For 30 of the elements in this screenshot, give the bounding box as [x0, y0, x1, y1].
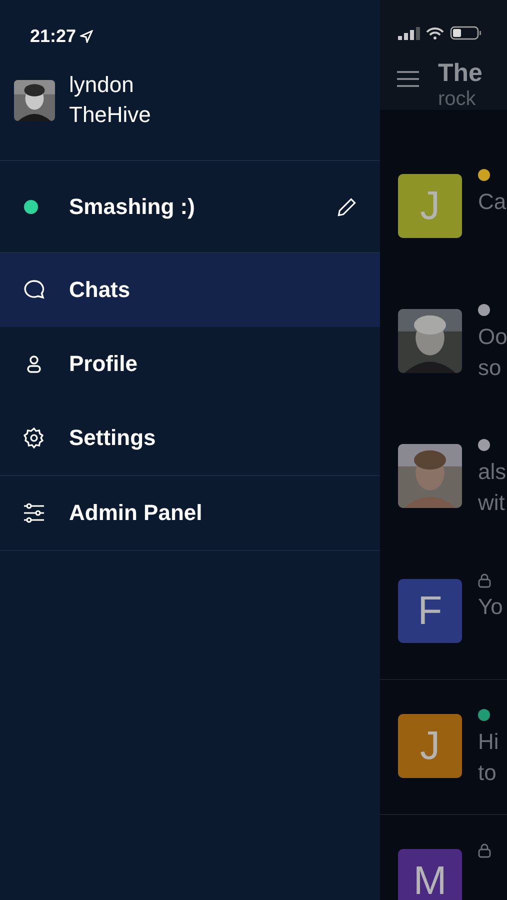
- message-preview: to: [478, 759, 498, 787]
- wifi-icon: [426, 26, 444, 40]
- menu-item[interactable]: Profile: [0, 327, 380, 401]
- lock-icon: [478, 842, 491, 858]
- menu-item[interactable]: Settings: [0, 401, 380, 476]
- message-preview: wit: [478, 489, 506, 517]
- menu-icon[interactable]: [397, 70, 419, 88]
- status-text: Smashing :): [69, 194, 196, 220]
- pencil-icon[interactable]: [336, 196, 358, 218]
- message-preview: Ca: [478, 188, 506, 216]
- letter-avatar[interactable]: F: [398, 579, 462, 643]
- message-preview: Yo: [478, 593, 503, 621]
- sliders-icon: [22, 501, 46, 525]
- menu-item[interactable]: Chats: [0, 253, 380, 327]
- location-arrow-icon: [80, 30, 94, 42]
- lock-icon: [478, 572, 491, 588]
- message-preview: Oo: [478, 323, 507, 351]
- message-preview: Hi: [478, 728, 499, 756]
- room-title: The: [438, 58, 482, 88]
- message-preview: so: [478, 354, 502, 382]
- room-subtitle: rock: [438, 88, 477, 110]
- menu-item[interactable]: Admin Panel: [0, 476, 380, 551]
- message-preview: als: [478, 458, 506, 486]
- server-name: TheHive: [69, 101, 151, 129]
- letter-avatar[interactable]: M: [398, 849, 462, 900]
- battery-icon: [450, 26, 482, 40]
- status-time: 21:27: [30, 26, 76, 46]
- settings-icon: [22, 426, 46, 450]
- signal-icon: [398, 26, 420, 40]
- user-name: lyndon: [69, 71, 135, 99]
